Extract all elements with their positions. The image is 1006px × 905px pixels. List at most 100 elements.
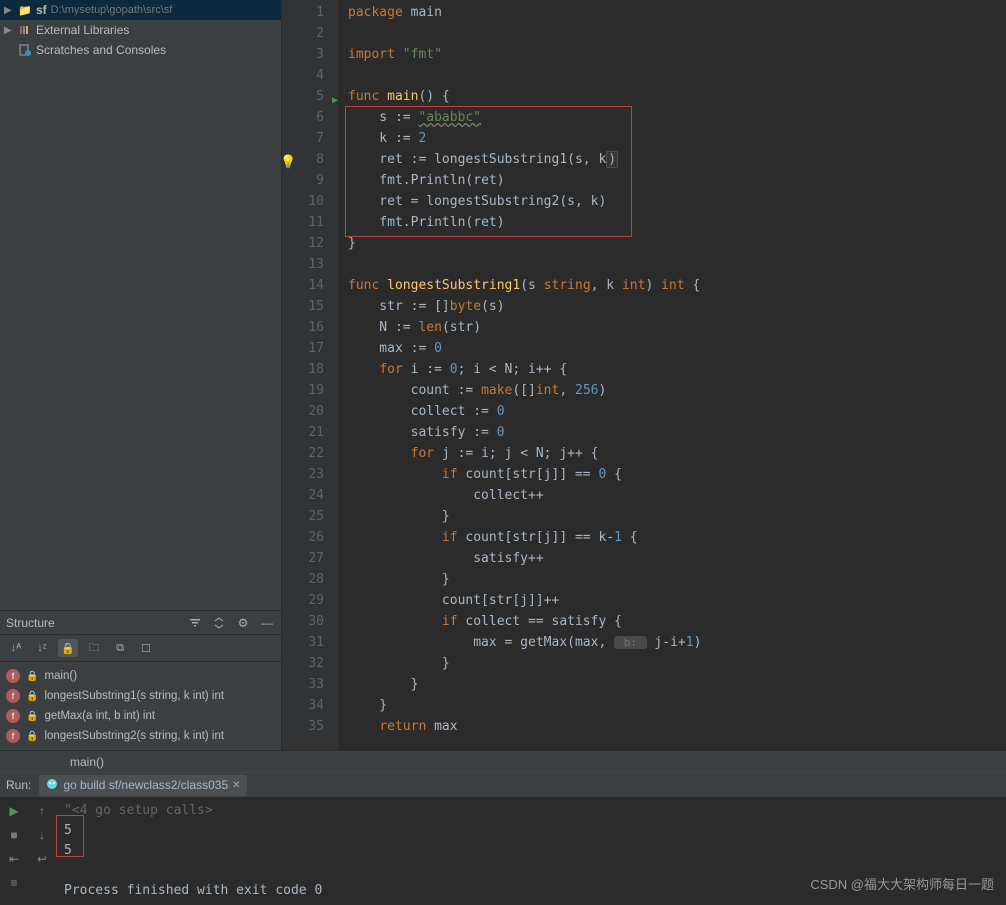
gutter-line[interactable]: 7 — [282, 128, 338, 149]
project-root-row[interactable]: ▶ 📁 sf D:\mysetup\gopath\src\sf — [0, 0, 281, 20]
gutter-line[interactable]: 17 — [282, 338, 338, 359]
gutter-line[interactable]: 32 — [282, 653, 338, 674]
code-line[interactable]: fmt.Println(ret) — [338, 170, 1006, 191]
code-line[interactable]: if count[str[j]] == k-1 { — [338, 527, 1006, 548]
layout-icon[interactable]: ≡ — [6, 875, 22, 891]
code-line[interactable]: collect++ — [338, 485, 1006, 506]
code-line[interactable]: count[str[j]]++ — [338, 590, 1006, 611]
code-line[interactable]: satisfy++ — [338, 548, 1006, 569]
sort-visibility-icon[interactable]: ↓ᶻ — [32, 639, 52, 657]
code-line[interactable]: str := []byte(s) — [338, 296, 1006, 317]
gutter-line[interactable]: 31 — [282, 632, 338, 653]
close-icon[interactable]: ✕ — [232, 780, 240, 791]
gutter-line[interactable]: 6 — [282, 107, 338, 128]
code-line[interactable]: ret = longestSubstring2(s, k) — [338, 191, 1006, 212]
class-view-icon[interactable]: ⧉ — [110, 639, 130, 657]
sort-alpha-icon[interactable]: ↓ᴬ — [6, 639, 26, 657]
code-line[interactable]: for i := 0; i < N; i++ { — [338, 359, 1006, 380]
code-line[interactable]: func longestSubstring1(s string, k int) … — [338, 275, 1006, 296]
code-line[interactable]: satisfy := 0 — [338, 422, 1006, 443]
code-line[interactable]: count := make([]int, 256) — [338, 380, 1006, 401]
structure-item[interactable]: f🔒main() — [6, 666, 275, 686]
gutter-line[interactable]: 18 — [282, 359, 338, 380]
gutter-line[interactable]: 20 — [282, 401, 338, 422]
gutter-line[interactable]: 10 — [282, 191, 338, 212]
gutter-line[interactable]: 13 — [282, 254, 338, 275]
stop-icon[interactable]: ■ — [6, 827, 22, 843]
gutter-line[interactable]: 1 — [282, 2, 338, 23]
gutter-line[interactable]: 2 — [282, 23, 338, 44]
down-icon[interactable]: ↓ — [34, 827, 50, 843]
code-line[interactable] — [338, 65, 1006, 86]
code-line[interactable]: } — [338, 695, 1006, 716]
code-line[interactable]: s := "ababbc" — [338, 107, 1006, 128]
gutter-line[interactable]: 25 — [282, 506, 338, 527]
gutter-line[interactable]: 22 — [282, 443, 338, 464]
gutter-line[interactable]: 35 — [282, 716, 338, 737]
folder-view-icon[interactable]: 🗀 — [84, 639, 104, 657]
code-line[interactable]: return max — [338, 716, 1006, 737]
gutter-line[interactable]: 29 — [282, 590, 338, 611]
code-line[interactable] — [338, 254, 1006, 275]
external-libraries-row[interactable]: ▶ External Libraries — [0, 20, 281, 40]
gutter-line[interactable]: 26 — [282, 527, 338, 548]
rerun-icon[interactable]: ▶ — [6, 803, 22, 819]
code-line[interactable]: import "fmt" — [338, 44, 1006, 65]
structure-item[interactable]: f🔒longestSubstring2(s string, k int) int — [6, 726, 275, 746]
gutter-line[interactable]: 16 — [282, 317, 338, 338]
code-line[interactable]: if collect == satisfy { — [338, 611, 1006, 632]
show-fields-icon[interactable]: 🔒 — [58, 639, 78, 657]
code-line[interactable]: } — [338, 233, 1006, 254]
code-line[interactable]: collect := 0 — [338, 401, 1006, 422]
code-line[interactable]: fmt.Println(ret) — [338, 212, 1006, 233]
gutter-line[interactable]: 28 — [282, 569, 338, 590]
filter-icon[interactable] — [187, 615, 203, 631]
structure-item[interactable]: f🔒getMax(a int, b int) int — [6, 706, 275, 726]
exit-icon[interactable]: ⇤ — [6, 851, 22, 867]
run-tab[interactable]: go build sf/newclass2/class035 ✕ — [39, 775, 246, 796]
gutter-line[interactable]: 5▶ — [282, 86, 338, 107]
code-line[interactable]: for j := i; j < N; j++ { — [338, 443, 1006, 464]
gutter-line[interactable]: 8💡 — [282, 149, 338, 170]
gutter-line[interactable]: 9 — [282, 170, 338, 191]
gutter-line[interactable]: 3 — [282, 44, 338, 65]
gutter-line[interactable]: 11 — [282, 212, 338, 233]
code-line[interactable]: } — [338, 569, 1006, 590]
code-line[interactable]: } — [338, 674, 1006, 695]
editor-gutter[interactable]: 12345▶678💡910111213141516171819202122232… — [282, 0, 338, 750]
gutter-line[interactable]: 23 — [282, 464, 338, 485]
code-line[interactable]: func main() { — [338, 86, 1006, 107]
code-line[interactable]: package main — [338, 2, 1006, 23]
gutter-line[interactable]: 21 — [282, 422, 338, 443]
chevron-right-icon[interactable]: ▶ — [4, 5, 14, 16]
breadcrumb[interactable]: main() — [0, 750, 1006, 772]
gutter-line[interactable]: 30 — [282, 611, 338, 632]
code-line[interactable]: k := 2 — [338, 128, 1006, 149]
gutter-line[interactable]: 24 — [282, 485, 338, 506]
code-line[interactable]: } — [338, 506, 1006, 527]
gutter-line[interactable]: 14 — [282, 275, 338, 296]
editor[interactable]: 12345▶678💡910111213141516171819202122232… — [282, 0, 1006, 750]
code-line[interactable]: } — [338, 653, 1006, 674]
chevron-right-icon[interactable]: ▶ — [4, 25, 14, 36]
code-line[interactable]: N := len(str) — [338, 317, 1006, 338]
code-line[interactable]: ret := longestSubstring1(s, k) — [338, 149, 1006, 170]
gutter-line[interactable]: 34 — [282, 695, 338, 716]
scratches-row[interactable]: Scratches and Consoles — [0, 40, 281, 60]
code-line[interactable]: max = getMax(max, b: j-i+1) — [338, 632, 1006, 653]
collapse-icon[interactable] — [211, 615, 227, 631]
autoscroll-icon[interactable]: ☐ — [136, 639, 156, 657]
breadcrumb-item[interactable]: main() — [70, 755, 104, 769]
code-line[interactable]: if count[str[j]] == 0 { — [338, 464, 1006, 485]
editor-body[interactable]: package main import "fmt" func main() { s … — [338, 0, 1006, 750]
gutter-line[interactable]: 12 — [282, 233, 338, 254]
up-icon[interactable]: ↑ — [34, 803, 50, 819]
gutter-line[interactable]: 19 — [282, 380, 338, 401]
code-line[interactable] — [338, 23, 1006, 44]
code-line[interactable]: max := 0 — [338, 338, 1006, 359]
minimize-icon[interactable]: — — [259, 615, 275, 631]
gutter-line[interactable]: 33 — [282, 674, 338, 695]
gutter-line[interactable]: 15 — [282, 296, 338, 317]
gear-icon[interactable]: ⚙ — [235, 615, 251, 631]
structure-item[interactable]: f🔒longestSubstring1(s string, k int) int — [6, 686, 275, 706]
